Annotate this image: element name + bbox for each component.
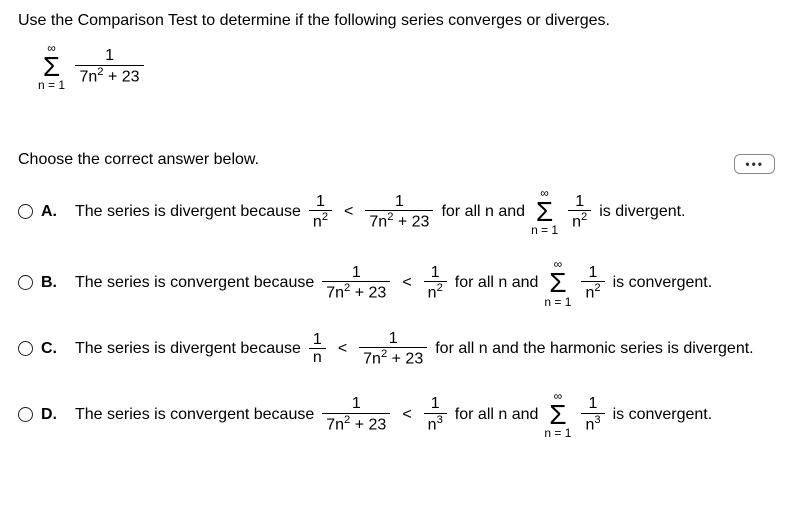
option-c-label: C.	[41, 340, 61, 358]
question-text: Use the Comparison Test to determine if …	[18, 12, 775, 30]
option-a: A. The series is divergent because 1n2 <…	[18, 187, 775, 236]
option-d-text: The series is convergent because 17n2 + …	[75, 390, 712, 439]
radio-d[interactable]	[18, 407, 33, 422]
option-c-text: The series is divergent because 1n < 17n…	[75, 330, 754, 369]
option-c: C. The series is divergent because 1n < …	[18, 330, 775, 369]
choose-prompt: Choose the correct answer below.	[18, 151, 775, 169]
radio-b[interactable]	[18, 275, 33, 290]
radio-a[interactable]	[18, 204, 33, 219]
option-b-text: The series is convergent because 17n2 + …	[75, 258, 712, 307]
option-d-label: D.	[41, 406, 61, 424]
option-a-label: A.	[41, 203, 61, 221]
option-a-text: The series is divergent because 1n2 < 17…	[75, 187, 686, 236]
series-fraction: 1 7n2 + 23	[75, 47, 143, 86]
more-options-button[interactable]: •••	[734, 154, 775, 174]
sigma-notation: ∞ Σ n = 1	[38, 42, 65, 91]
option-b: B. The series is convergent because 17n2…	[18, 258, 775, 307]
radio-c[interactable]	[18, 341, 33, 356]
option-d: D. The series is convergent because 17n2…	[18, 390, 775, 439]
option-b-label: B.	[41, 274, 61, 292]
series-display: ∞ Σ n = 1 1 7n2 + 23	[36, 42, 775, 91]
